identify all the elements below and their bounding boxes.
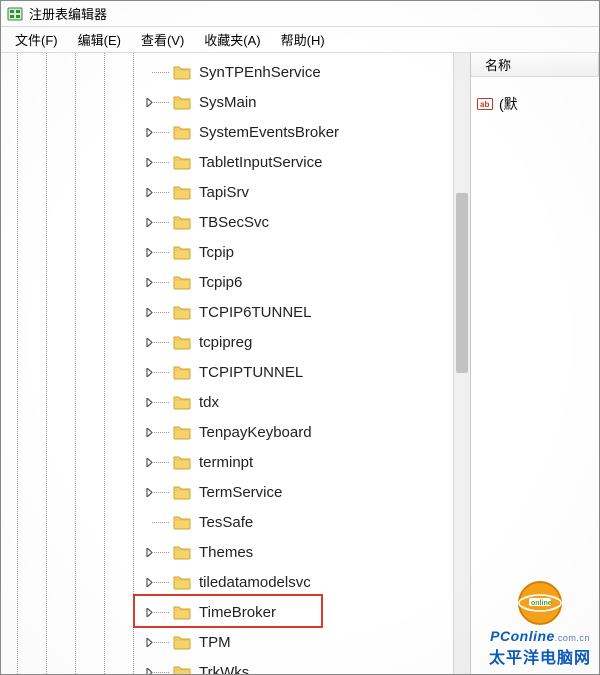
folder-icon xyxy=(173,334,191,350)
folder-icon xyxy=(173,364,191,380)
tree-item-label: terminpt xyxy=(199,454,253,471)
folder-icon xyxy=(173,514,191,530)
folder-icon xyxy=(173,484,191,500)
menu-view[interactable]: 查看(V) xyxy=(131,27,194,52)
tree-item[interactable]: TrkWks xyxy=(1,657,453,674)
menubar: 文件(F) 编辑(E) 查看(V) 收藏夹(A) 帮助(H) xyxy=(1,27,599,53)
tree-item[interactable]: tiledatamodelsvc xyxy=(1,567,453,597)
folder-icon xyxy=(173,664,191,674)
tree-item-label: TPM xyxy=(199,634,231,651)
folder-icon xyxy=(173,424,191,440)
tree-item-label: tcpipreg xyxy=(199,334,252,351)
tree-item[interactable]: TermService xyxy=(1,477,453,507)
tree-item-label: TesSafe xyxy=(199,514,253,531)
tree-item-label: TermService xyxy=(199,484,282,501)
list-item[interactable]: ab (默 xyxy=(471,93,599,115)
values-header: 名称 xyxy=(471,53,599,77)
folder-icon xyxy=(173,184,191,200)
values-panel: 名称 ab (默 xyxy=(471,53,599,674)
scrollbar-thumb[interactable] xyxy=(456,193,468,373)
tree-item[interactable]: Tcpip xyxy=(1,237,453,267)
tree-item-label: SystemEventsBroker xyxy=(199,124,339,141)
tree-item[interactable]: TesSafe xyxy=(1,507,453,537)
tree-item[interactable]: SystemEventsBroker xyxy=(1,117,453,147)
content-area: SynTPEnhService SysMain SystemEventsBroker… xyxy=(1,53,599,674)
titlebar[interactable]: 注册表编辑器 xyxy=(1,1,599,27)
window-title: 注册表编辑器 xyxy=(29,4,107,23)
folder-icon xyxy=(173,454,191,470)
tree-item-label: Tcpip6 xyxy=(199,274,242,291)
values-body: ab (默 xyxy=(471,77,599,674)
tree-item[interactable]: SysMain xyxy=(1,87,453,117)
tree-item-label: TrkWks xyxy=(199,664,249,675)
tree-item[interactable]: TCPIPTUNNEL xyxy=(1,357,453,387)
folder-icon xyxy=(173,124,191,140)
tree-item[interactable]: tcpipreg xyxy=(1,327,453,357)
folder-icon xyxy=(173,634,191,650)
tree-item-label: TapiSrv xyxy=(199,184,249,201)
tree-item-label: TCPIP6TUNNEL xyxy=(199,304,312,321)
folder-icon xyxy=(173,214,191,230)
folder-icon xyxy=(173,574,191,590)
tree-item-label: Themes xyxy=(199,544,253,561)
column-name[interactable]: 名称 xyxy=(471,53,599,76)
tree-item-label: SysMain xyxy=(199,94,257,111)
tree-item[interactable]: terminpt xyxy=(1,447,453,477)
tree-scrollbar[interactable] xyxy=(453,53,470,674)
svg-text:ab: ab xyxy=(480,100,489,109)
folder-icon xyxy=(173,274,191,290)
menu-help[interactable]: 帮助(H) xyxy=(271,27,335,52)
tree-item[interactable]: TabletInputService xyxy=(1,147,453,177)
folder-icon xyxy=(173,394,191,410)
tree-item-label: TimeBroker xyxy=(199,604,276,621)
tree-item[interactable]: TBSecSvc xyxy=(1,207,453,237)
tree-item-label: tdx xyxy=(199,394,219,411)
tree-rows: SynTPEnhService SysMain SystemEventsBroker… xyxy=(1,53,453,674)
tree-item[interactable]: Tcpip6 xyxy=(1,267,453,297)
tree-item-label: TabletInputService xyxy=(199,154,322,171)
ab-string-icon: ab xyxy=(477,96,493,112)
tree-item[interactable]: Themes xyxy=(1,537,453,567)
folder-icon xyxy=(173,154,191,170)
folder-icon xyxy=(173,544,191,560)
tree-item-label: TBSecSvc xyxy=(199,214,269,231)
tree-item-label: Tcpip xyxy=(199,244,234,261)
tree-item[interactable]: TPM xyxy=(1,627,453,657)
tree-item[interactable]: tdx xyxy=(1,387,453,417)
regedit-icon xyxy=(7,6,23,22)
tree-item-label: SynTPEnhService xyxy=(199,64,321,81)
folder-icon xyxy=(173,304,191,320)
menu-favorites[interactable]: 收藏夹(A) xyxy=(194,27,270,52)
tree-item[interactable]: SynTPEnhService xyxy=(1,57,453,87)
folder-icon xyxy=(173,244,191,260)
tree-item[interactable]: TimeBroker xyxy=(1,597,453,627)
tree-item-label: TenpayKeyboard xyxy=(199,424,312,441)
folder-icon xyxy=(173,604,191,620)
tree-panel: SynTPEnhService SysMain SystemEventsBroker… xyxy=(1,53,471,674)
registry-editor-window: 注册表编辑器 文件(F) 编辑(E) 查看(V) 收藏夹(A) 帮助(H) Sy… xyxy=(0,0,600,675)
tree-item[interactable]: TapiSrv xyxy=(1,177,453,207)
tree-item[interactable]: TCPIP6TUNNEL xyxy=(1,297,453,327)
tree-item-label: TCPIPTUNNEL xyxy=(199,364,303,381)
menu-edit[interactable]: 编辑(E) xyxy=(68,27,131,52)
tree-item[interactable]: TenpayKeyboard xyxy=(1,417,453,447)
value-name: (默 xyxy=(499,94,518,114)
folder-icon xyxy=(173,64,191,80)
tree-item-label: tiledatamodelsvc xyxy=(199,574,311,591)
folder-icon xyxy=(173,94,191,110)
menu-file[interactable]: 文件(F) xyxy=(5,27,68,52)
